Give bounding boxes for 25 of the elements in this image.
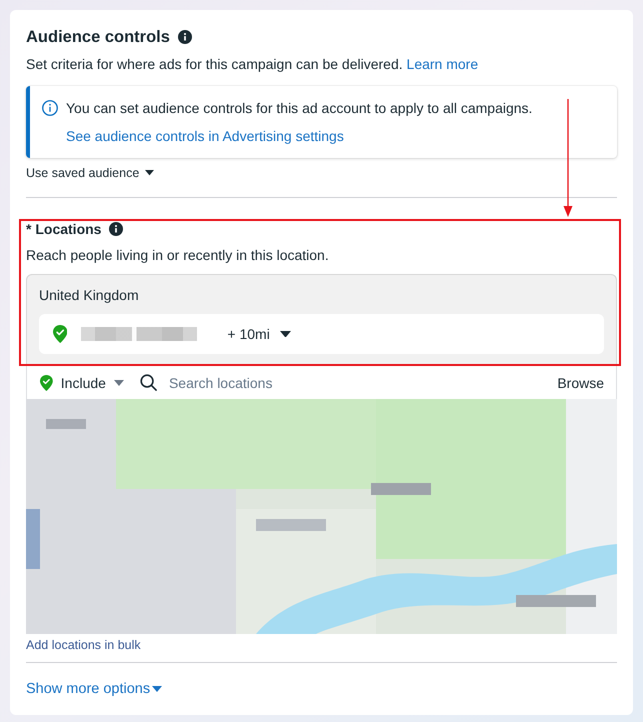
add-locations-in-bulk-link[interactable]: Add locations in bulk [26, 637, 141, 653]
advertising-settings-link[interactable]: See audience controls in Advertising settings [66, 126, 344, 146]
radius-dropdown[interactable]: + 10mi [227, 324, 291, 344]
info-icon[interactable] [178, 30, 192, 44]
info-icon [42, 100, 58, 116]
include-dropdown[interactable]: Include [40, 372, 124, 392]
caret-down-icon [280, 330, 291, 338]
location-pin-check-icon [40, 374, 53, 390]
country-label: United Kingdom [39, 286, 140, 305]
show-more-options-button[interactable]: Show more options [26, 679, 162, 699]
saved-audience-dropdown[interactable]: Use saved audience [26, 164, 154, 182]
location-pin-check-icon [53, 325, 68, 343]
caret-down-icon [152, 686, 162, 692]
caret-down-icon [145, 170, 154, 176]
search-field[interactable]: Search locations [168, 372, 550, 392]
locations-title: * Locations [26, 221, 102, 237]
search-icon [140, 374, 157, 391]
browse-button[interactable]: Browse [557, 372, 604, 392]
banner-text: You can set audience controls for this ad account to apply to all campaigns. [66, 99, 532, 118]
learn-more-link[interactable]: Learn more [406, 56, 478, 72]
locations-description: Reach people living in or recently in this location. [26, 246, 330, 265]
section-description: Set criteria for where ads for this campaign can be delivered. Learn more [26, 55, 480, 74]
section-title: Audience controls [26, 27, 170, 48]
info-icon[interactable] [109, 222, 124, 236]
caret-down-icon [114, 380, 124, 386]
